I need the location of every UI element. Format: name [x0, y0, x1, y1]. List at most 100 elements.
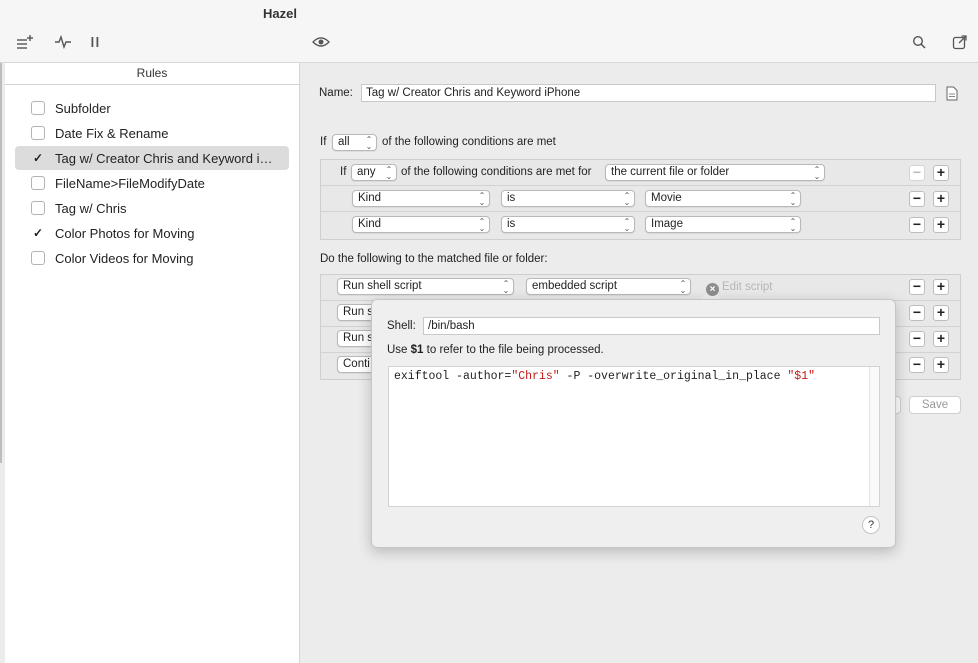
- rule-label: Subfolder: [55, 100, 111, 116]
- popup-value: the current file or folder: [611, 166, 730, 178]
- match-all-popup[interactable]: all ⌃ ⌄: [332, 134, 377, 151]
- rule-item[interactable]: ✓ Color Photos for Moving: [15, 221, 289, 245]
- remove-condition-button[interactable]: −: [909, 217, 925, 233]
- target-popup[interactable]: the current file or folder ⌃ ⌄: [605, 164, 825, 181]
- operator-popup[interactable]: is ⌃ ⌄: [501, 216, 635, 233]
- popup-arrows-icon: ⌃ ⌄: [478, 217, 486, 233]
- popup-value: any: [357, 166, 376, 178]
- popup-arrows-icon: ⌃ ⌄: [789, 191, 797, 207]
- remove-action-button[interactable]: −: [909, 279, 925, 295]
- rule-enable-checkbox[interactable]: [31, 251, 45, 265]
- match-any-popup[interactable]: any ⌃ ⌄: [351, 164, 397, 181]
- script-text: exiftool -author=: [394, 370, 512, 383]
- rule-enable-checkbox[interactable]: [31, 201, 45, 215]
- operator-popup[interactable]: is ⌃ ⌄: [501, 190, 635, 207]
- divider: [321, 211, 960, 212]
- popup-value: Kind: [358, 192, 382, 204]
- activity-pulse-icon[interactable]: [52, 31, 74, 53]
- popup-arrows-icon: ⌃ ⌄: [623, 217, 631, 233]
- rule-enable-checkbox[interactable]: [31, 176, 45, 190]
- remove-action-button[interactable]: −: [909, 357, 925, 373]
- popup-value: Movie: [651, 192, 682, 204]
- divider: [321, 185, 960, 186]
- save-button[interactable]: Save: [909, 396, 961, 414]
- rule-enable-checkbox[interactable]: ✓: [31, 151, 45, 165]
- add-condition-button[interactable]: +: [933, 165, 949, 181]
- hint-use: Use: [387, 344, 408, 356]
- condition-suffix: of the following conditions are met: [382, 136, 556, 148]
- script-scrollbar[interactable]: [869, 367, 879, 506]
- remove-action-button[interactable]: −: [909, 305, 925, 321]
- actions-label: Do the following to the matched file or …: [320, 253, 548, 265]
- rule-label: FileName>FileModifyDate: [55, 175, 205, 191]
- script-string: "Chris": [511, 370, 560, 383]
- eye-icon[interactable]: [310, 31, 332, 53]
- rule-enable-checkbox[interactable]: ✓: [31, 226, 45, 240]
- remove-condition-button[interactable]: −: [909, 191, 925, 207]
- close-popover-icon[interactable]: ×: [706, 283, 719, 296]
- value-popup[interactable]: Image ⌃ ⌄: [645, 216, 801, 233]
- window-edge: [0, 63, 2, 463]
- sidebar-header: Rules: [5, 63, 299, 85]
- popup-value: embedded script: [532, 280, 618, 292]
- popup-value: Image: [651, 218, 683, 230]
- popup-value: Run s: [343, 332, 374, 344]
- search-icon[interactable]: [908, 31, 930, 53]
- help-button[interactable]: ?: [862, 516, 880, 534]
- rule-name-field[interactable]: Tag w/ Creator Chris and Keyword iPhone: [361, 84, 936, 102]
- hint-variable: $1: [410, 344, 424, 356]
- action-popup[interactable]: Run shell script ⌃ ⌄: [337, 278, 514, 295]
- add-condition-button[interactable]: +: [933, 191, 949, 207]
- popup-arrows-icon: ⌃ ⌄: [623, 191, 631, 207]
- window-export-icon[interactable]: [949, 31, 971, 53]
- nested-if-label: If: [340, 166, 347, 178]
- rule-label: Color Videos for Moving: [55, 250, 194, 266]
- add-condition-button[interactable]: +: [933, 217, 949, 233]
- list-add-icon[interactable]: [14, 31, 36, 53]
- attribute-popup[interactable]: Kind ⌃ ⌄: [352, 190, 490, 207]
- rule-item[interactable]: FileName>FileModifyDate: [15, 171, 289, 195]
- add-action-button[interactable]: +: [933, 305, 949, 321]
- rule-label: Tag w/ Chris: [55, 200, 127, 216]
- rule-enable-checkbox[interactable]: [31, 126, 45, 140]
- rule-enable-checkbox[interactable]: [31, 101, 45, 115]
- attribute-popup[interactable]: Kind ⌃ ⌄: [352, 216, 490, 233]
- add-action-button[interactable]: +: [933, 357, 949, 373]
- rule-item[interactable]: Color Videos for Moving: [15, 246, 289, 270]
- window-toolbar: Hazel: [0, 0, 978, 63]
- rule-label: Date Fix & Rename: [55, 125, 169, 141]
- value-popup[interactable]: Movie ⌃ ⌄: [645, 190, 801, 207]
- popup-value: Run s: [343, 306, 374, 318]
- rule-item[interactable]: Date Fix & Rename: [15, 121, 289, 145]
- remove-action-button[interactable]: −: [909, 331, 925, 347]
- edit-script-button[interactable]: Edit script: [722, 281, 773, 293]
- popup-value: is: [507, 192, 516, 204]
- condition-if-label: If: [320, 136, 327, 148]
- pause-icon[interactable]: [84, 31, 106, 53]
- remove-condition-button[interactable]: −: [909, 165, 925, 181]
- popup-value: Kind: [358, 218, 382, 230]
- rule-item[interactable]: Tag w/ Chris: [15, 196, 289, 220]
- script-hint: Use $1 to refer to the file being proces…: [387, 344, 604, 356]
- name-label: Name:: [319, 87, 353, 99]
- add-action-button[interactable]: +: [933, 279, 949, 295]
- shell-path-field[interactable]: /bin/bash: [423, 317, 880, 335]
- add-action-button[interactable]: +: [933, 331, 949, 347]
- popup-arrows-icon: ⌃ ⌄: [679, 279, 687, 295]
- popup-value: is: [507, 218, 516, 230]
- hint-rest: to refer to the file being processed.: [426, 344, 604, 356]
- rule-item[interactable]: Subfolder: [15, 96, 289, 120]
- script-variable: "$1": [787, 370, 815, 383]
- popup-value: Conti: [343, 358, 370, 370]
- nested-suffix: of the following conditions are met for: [401, 166, 592, 178]
- script-source-popup[interactable]: embedded script ⌃ ⌄: [526, 278, 691, 295]
- rule-item-selected[interactable]: ✓ Tag w/ Creator Chris and Keyword iPhon…: [15, 146, 289, 170]
- document-icon[interactable]: [944, 83, 960, 103]
- popup-value: Run shell script: [343, 280, 422, 292]
- popup-arrows-icon: ⌃ ⌄: [813, 165, 821, 181]
- rules-sidebar: Rules Subfolder Date Fix & Rename ✓ Tag …: [5, 63, 300, 663]
- shell-label: Shell:: [387, 320, 416, 332]
- script-editor[interactable]: exiftool -author="Chris" -P -overwrite_o…: [388, 366, 880, 507]
- window-title: Hazel: [263, 6, 297, 21]
- script-text: -P -overwrite_original_in_place: [559, 370, 788, 383]
